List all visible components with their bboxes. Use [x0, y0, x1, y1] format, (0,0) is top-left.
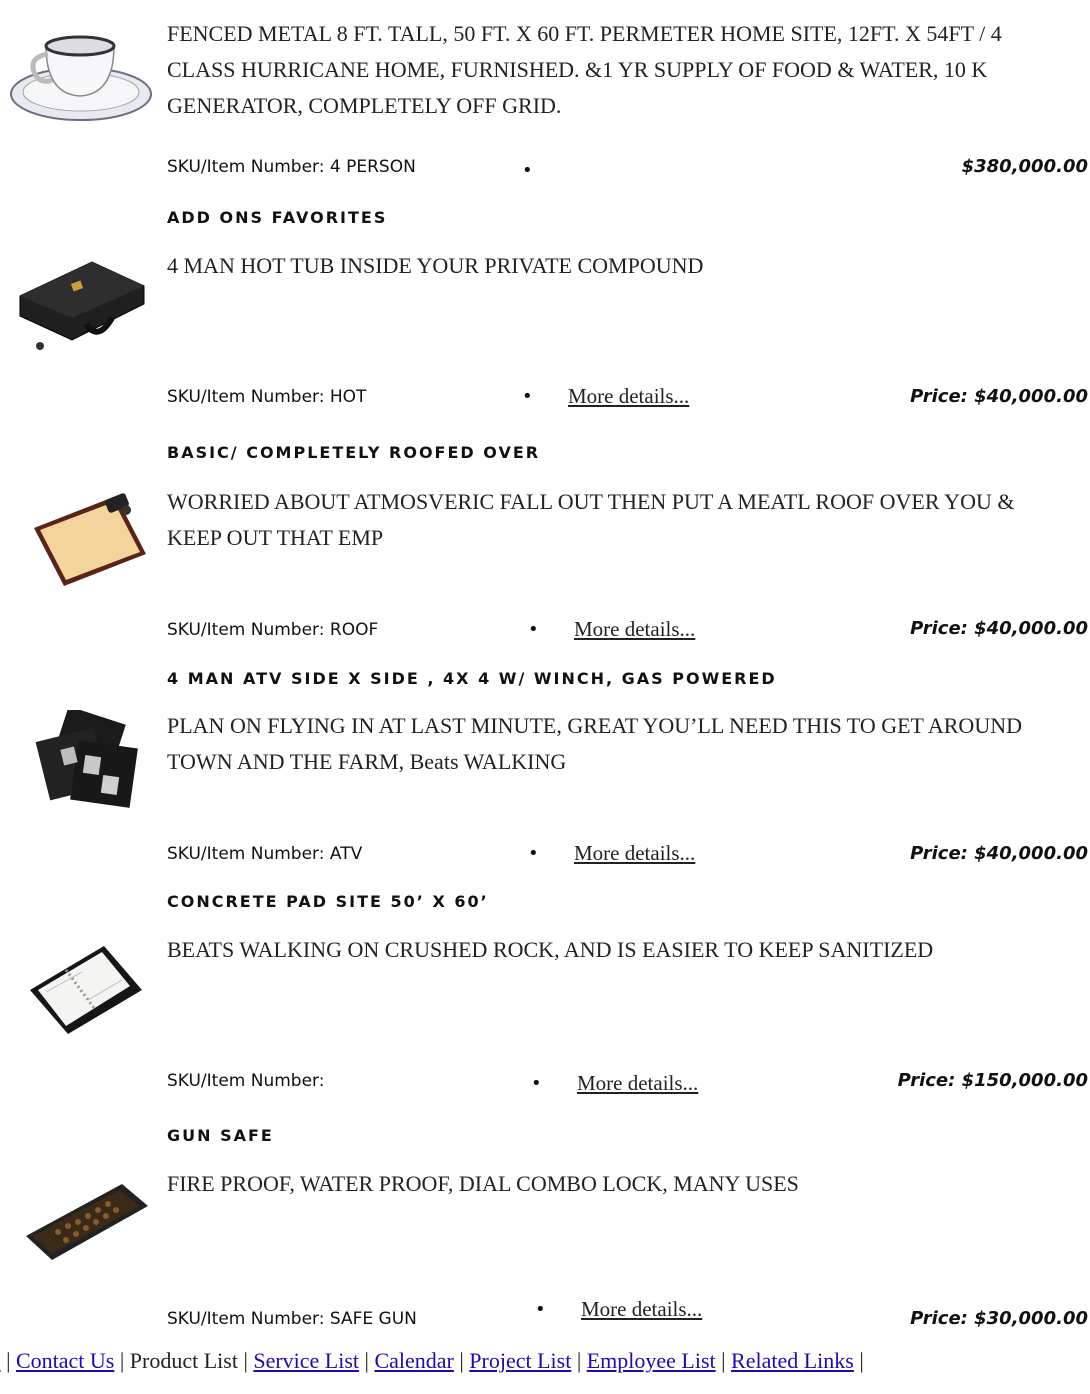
product-description: WORRIED ABOUT ATMOSVERIC FALL OUT THEN P…: [167, 489, 1015, 550]
separator: |: [859, 1348, 864, 1373]
separator: |: [576, 1348, 582, 1373]
separator: |: [364, 1348, 369, 1373]
sku-label: SKU/Item Number: HOT: [167, 387, 367, 407]
more-details-link[interactable]: More details...: [568, 384, 689, 409]
bullet: •: [535, 1299, 546, 1320]
product-heading: CONCRETE PAD SITE 50’ X 60’: [167, 892, 489, 911]
teacup-icon: [10, 35, 152, 121]
footer-link-project-list[interactable]: Project List: [469, 1348, 571, 1373]
footer-link-truncated[interactable]: s: [0, 1348, 1, 1373]
product-description: FIRE PROOF, WATER PROOF, DIAL COMBO LOCK…: [167, 1171, 799, 1196]
sku-label: SKU/Item Number: ROOF: [167, 620, 379, 640]
bullet: •: [522, 386, 533, 407]
separator: |: [6, 1348, 11, 1373]
footer-link-related-links[interactable]: Related Links: [731, 1348, 854, 1373]
more-details-link[interactable]: More details...: [574, 617, 695, 642]
more-details-link[interactable]: More details...: [577, 1071, 698, 1096]
product-description: PLAN ON FLYING IN AT LAST MINUTE, GREAT …: [167, 713, 1022, 774]
product-description: BEATS WALKING ON CRUSHED ROCK, AND IS EA…: [167, 937, 934, 962]
floppy-disks-icon: [35, 710, 138, 808]
footer-link-contact-us[interactable]: Contact Us: [16, 1348, 114, 1373]
bullet: •: [528, 843, 539, 864]
sku-label: SKU/Item Number: 4 PERSON: [167, 157, 416, 177]
product-price: Price: $150,000.00: [897, 1070, 1088, 1091]
footer-nav: s | Contact Us | Product List | Service …: [0, 1348, 864, 1374]
product-price: Price: $40,000.00: [910, 843, 1088, 864]
footer-product-list: Product List: [129, 1348, 238, 1373]
footer-link-employee-list[interactable]: Employee List: [587, 1348, 716, 1373]
product-heading: ADD ONS FAVORITES: [167, 208, 388, 227]
product-price: Price: $30,000.00: [910, 1308, 1088, 1329]
sku-label: SKU/Item Number:: [167, 1071, 325, 1091]
more-details-link[interactable]: More details...: [581, 1297, 702, 1322]
abacus-icon: [26, 1184, 148, 1260]
footer-link-service-list[interactable]: Service List: [253, 1348, 359, 1373]
footer-link-calendar[interactable]: Calendar: [374, 1348, 453, 1373]
planner-icon: [30, 946, 142, 1034]
clipboard-icon: [34, 493, 146, 586]
product-heading: 4 MAN ATV SIDE X SIDE , 4X 4 W/ WINCH, G…: [167, 669, 777, 688]
briefcase-icon: [19, 261, 145, 350]
separator: |: [119, 1348, 125, 1373]
product-description: FENCED METAL 8 FT. TALL, 50 FT. X 60 FT.…: [167, 21, 1002, 118]
bullet: •: [522, 160, 533, 181]
sku-label: SKU/Item Number: SAFE GUN: [167, 1309, 417, 1329]
product-heading: GUN SAFE: [167, 1126, 274, 1145]
bullet: •: [531, 1073, 542, 1094]
more-details-link[interactable]: More details...: [574, 841, 695, 866]
separator: |: [243, 1348, 248, 1373]
separator: |: [459, 1348, 464, 1373]
bullet: •: [528, 619, 539, 640]
product-price: $380,000.00: [961, 156, 1088, 177]
product-price: Price: $40,000.00: [910, 386, 1088, 407]
product-price: Price: $40,000.00: [910, 618, 1088, 639]
separator: |: [721, 1348, 726, 1373]
product-description: 4 MAN HOT TUB INSIDE YOUR PRIVATE COMPOU…: [167, 253, 704, 278]
sku-label: SKU/Item Number: ATV: [167, 844, 363, 864]
product-heading: BASIC/ COMPLETELY ROOFED OVER: [167, 443, 541, 462]
